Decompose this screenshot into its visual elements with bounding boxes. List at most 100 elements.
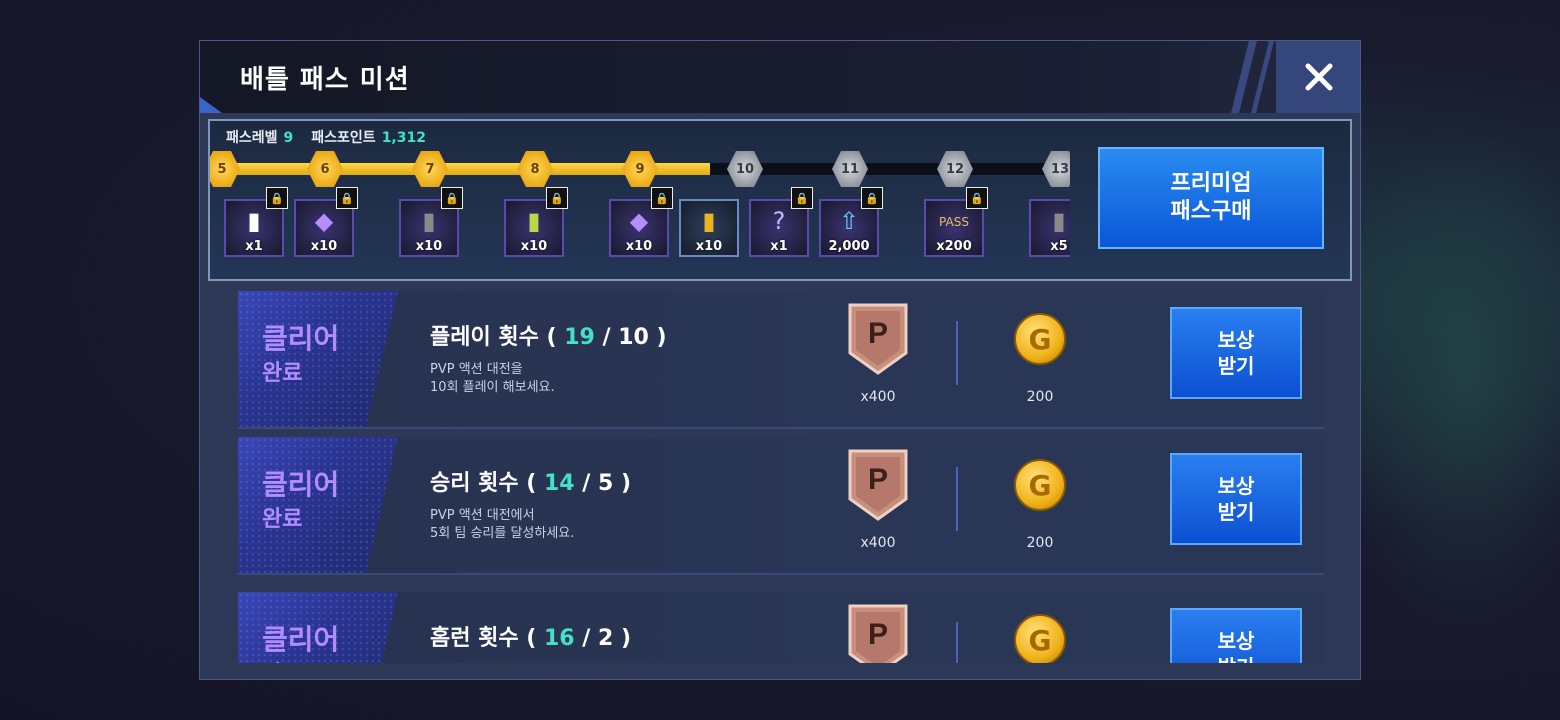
- lock-icon: 🔒: [266, 187, 288, 209]
- mission-row: 클리어 완료 플레이 횟수 ( 19 / 10 ) PVP 액션 대전을 10회…: [238, 291, 1324, 429]
- player-card-icon: ▮: [527, 207, 541, 235]
- claim-reward-button[interactable]: 보상 받기: [1170, 453, 1302, 545]
- header-slash-decoration: [1251, 41, 1274, 113]
- gold-card-icon: ▮: [702, 207, 716, 235]
- level-node: 9: [622, 151, 658, 187]
- mission-title: 승리 횟수 ( 14 / 5 ): [430, 471, 632, 496]
- reward-item[interactable]: ▮ x5: [1029, 199, 1070, 257]
- done-label: 완료: [262, 507, 303, 532]
- gold-coin-letter: G: [1028, 322, 1052, 356]
- clear-label: 클리어: [262, 623, 340, 656]
- clear-label: 클리어: [262, 322, 340, 355]
- gold-coin-letter: G: [1028, 468, 1052, 502]
- lock-icon: 🔒: [336, 187, 358, 209]
- premium-pass-buy-button[interactable]: 프리미엄 패스구매: [1098, 147, 1324, 249]
- level-node: 10: [727, 151, 763, 187]
- battle-pass-mission-panel: 배틀 패스 미션 패스레벨 9 패스포인트 1,312 5 6 7 8 9 10 11…: [199, 40, 1361, 680]
- reward-item[interactable]: ◆ x10 🔒: [609, 187, 673, 257]
- claim-reward-label: 보상 받기: [1217, 328, 1255, 378]
- mission-title-text: 플레이 횟수: [430, 325, 539, 350]
- level-node: 13: [1042, 151, 1070, 187]
- card-pack-icon: ▮: [1052, 207, 1066, 235]
- reward-item[interactable]: ▮ x10: [679, 199, 739, 257]
- gold-amount: 200: [1026, 535, 1054, 551]
- lock-icon: 🔒: [966, 187, 988, 209]
- pass-point-amount: x400: [860, 389, 896, 405]
- level-node: 12: [937, 151, 973, 187]
- pass-point-icon: P: [848, 303, 908, 375]
- gold-coin-icon: G: [1014, 614, 1066, 666]
- reward-item[interactable]: ▮ x1 🔒: [224, 187, 288, 257]
- lock-icon: 🔒: [651, 187, 673, 209]
- gold-coin-icon: G: [1014, 313, 1066, 365]
- level-node: 5: [210, 151, 240, 187]
- reward-count: x10: [310, 239, 338, 254]
- lock-icon: 🔒: [791, 187, 813, 209]
- reward-count: x1: [770, 239, 788, 254]
- level-node: 11: [832, 151, 868, 187]
- reward-item[interactable]: ? x1 🔒: [749, 187, 813, 257]
- clear-label: 클리어: [262, 468, 340, 501]
- reward-count: x10: [625, 239, 653, 254]
- mission-current: 14: [544, 471, 575, 496]
- pass-point-letter: P: [868, 317, 888, 350]
- mystery-card-icon: ?: [772, 207, 786, 235]
- reward-count: x10: [695, 239, 723, 254]
- claim-reward-label: 보상 받기: [1217, 474, 1255, 524]
- reward-item[interactable]: ⇧ 2,000 🔒: [819, 187, 883, 257]
- close-icon: [1305, 63, 1333, 91]
- mission-title-text: 승리 횟수: [430, 471, 519, 496]
- reward-item[interactable]: ▮ x10 🔒: [504, 187, 568, 257]
- crystal-icon: ◆: [314, 207, 334, 235]
- panel-header: 배틀 패스 미션: [200, 41, 1360, 113]
- mission-title: 플레이 횟수 ( 19 / 10 ): [430, 325, 667, 350]
- reward-count: x5: [1050, 239, 1068, 254]
- mission-current: 19: [564, 325, 595, 350]
- player-card-icon: ▮: [247, 207, 261, 235]
- premium-pass-buy-label: 프리미엄 패스구매: [1170, 171, 1252, 224]
- reward-divider: [956, 321, 958, 385]
- pass-point-letter: P: [868, 463, 888, 496]
- gold-amount: 200: [1026, 389, 1054, 405]
- mission-description: PVP 액션 대전을 10회 플레이 해보세요.: [430, 362, 555, 395]
- lock-icon: 🔒: [441, 187, 463, 209]
- corner-accent: [200, 97, 222, 113]
- pass-point-amount: x400: [860, 535, 896, 551]
- crystal-icon: ◆: [629, 207, 649, 235]
- level-node: 7: [412, 151, 448, 187]
- mission-target: 10: [618, 325, 649, 350]
- mission-target: 5: [597, 471, 614, 496]
- close-button[interactable]: [1276, 41, 1360, 113]
- mission-current: 16: [544, 626, 575, 651]
- level-node: 6: [307, 151, 343, 187]
- pass-level-track: 패스레벨 9 패스포인트 1,312 5 6 7 8 9 10 11 12 13 ▮ …: [208, 119, 1352, 281]
- reward-divider: [956, 467, 958, 531]
- reward-count: x10: [415, 239, 443, 254]
- background-glow: [1330, 120, 1560, 640]
- lock-icon: 🔒: [861, 187, 883, 209]
- reward-count: 2,000: [828, 239, 870, 254]
- gold-coin-icon: G: [1014, 459, 1066, 511]
- reward-count: x10: [520, 239, 548, 254]
- mission-target: 2: [597, 626, 614, 651]
- reward-item[interactable]: ◆ x10 🔒: [294, 187, 358, 257]
- gold-coin-letter: G: [1028, 623, 1052, 657]
- mission-description: PVP 액션 대전에서 5회 팀 승리를 달성하세요.: [430, 508, 575, 541]
- done-label: 완료: [262, 361, 303, 386]
- pass-ticket-icon: PASS: [939, 215, 969, 229]
- lock-icon: 🔒: [546, 187, 568, 209]
- reward-count: x200: [936, 239, 972, 254]
- mission-title-text: 홈런 횟수: [430, 626, 519, 651]
- pass-point-icon: P: [848, 449, 908, 521]
- mission-title: 홈런 횟수 ( 16 / 2 ): [430, 626, 632, 651]
- panel-title: 배틀 패스 미션: [240, 65, 410, 95]
- reward-item[interactable]: PASS x200 🔒: [924, 187, 988, 257]
- reward-item[interactable]: ▮ x10 🔒: [399, 187, 463, 257]
- level-track-scroller[interactable]: 5 6 7 8 9 10 11 12 13 ▮ x1 🔒 ◆ x10 🔒 ▮ x…: [210, 121, 1070, 279]
- card-pack-icon: ▮: [422, 207, 436, 235]
- reward-count: x1: [245, 239, 263, 254]
- level-node: 8: [517, 151, 553, 187]
- upgrade-arrow-icon: ⇧: [838, 207, 860, 235]
- panel-bottom-edge: [200, 663, 1360, 679]
- claim-reward-button[interactable]: 보상 받기: [1170, 307, 1302, 399]
